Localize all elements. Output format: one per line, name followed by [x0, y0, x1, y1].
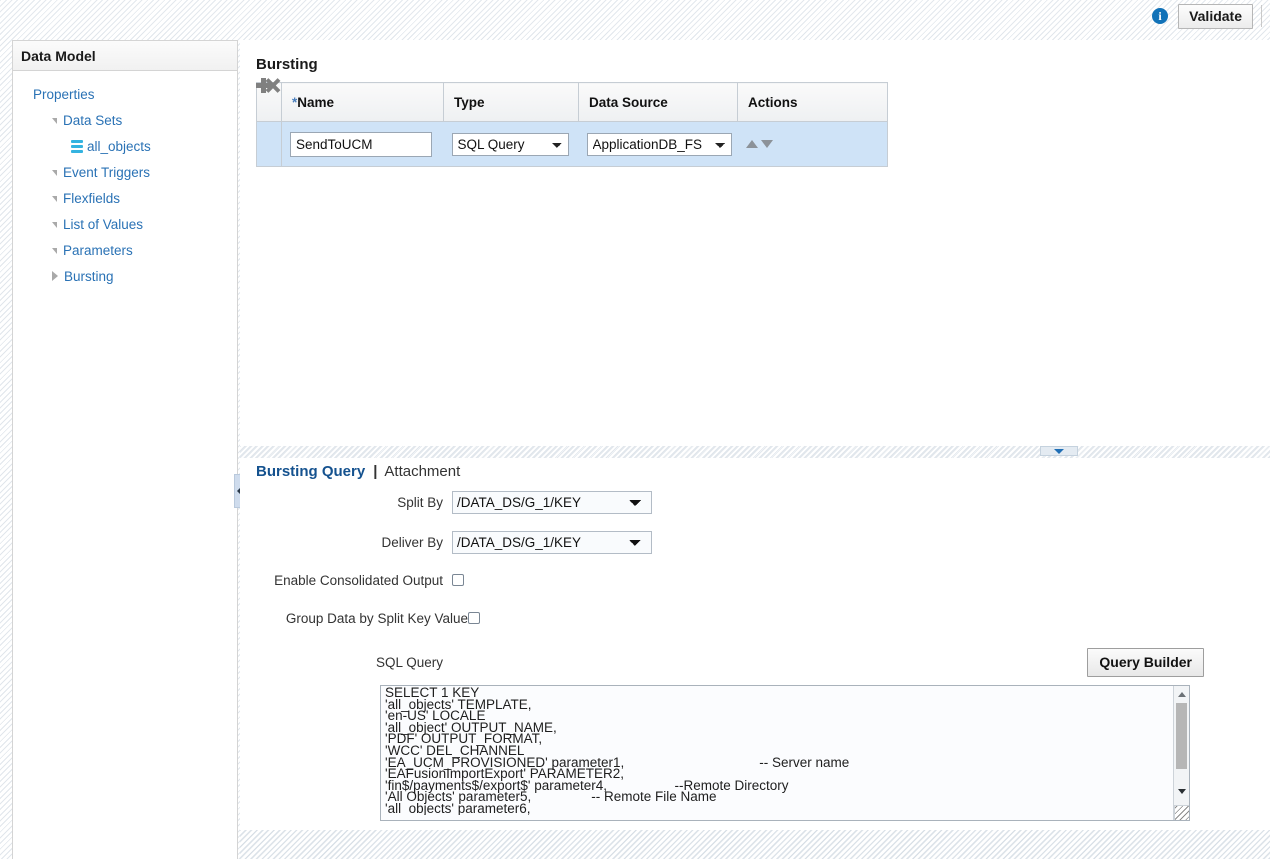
- chevron-down-icon: [1054, 449, 1064, 454]
- column-header-actions[interactable]: Actions: [738, 83, 888, 122]
- bursting-table-toolbar: [240, 73, 1270, 82]
- resize-grip-icon[interactable]: [1174, 805, 1189, 820]
- tree-item-label: all_objects: [87, 139, 151, 154]
- type-select[interactable]: SQL Query: [452, 133, 569, 156]
- sql-query-scrollbar[interactable]: [1173, 686, 1189, 820]
- cell-type: SQL Query: [444, 122, 579, 167]
- tab-attachment[interactable]: Attachment: [384, 463, 460, 480]
- dataset-icon: [71, 140, 83, 153]
- tree-item-label: Flexfields: [63, 191, 120, 206]
- group-data-label: Group Data by Split Key Value: [240, 611, 468, 626]
- triangle-collapsed-icon[interactable]: [52, 271, 58, 281]
- info-icon[interactable]: i: [1152, 8, 1168, 24]
- tab-separator: |: [373, 463, 377, 480]
- scroll-down-icon[interactable]: [1178, 789, 1186, 794]
- cell-name: [282, 122, 444, 167]
- column-header-name[interactable]: *Name: [282, 83, 444, 122]
- data-source-select[interactable]: ApplicationDB_FS: [587, 133, 732, 156]
- deliver-by-label: Deliver By: [240, 535, 452, 550]
- tree-item-properties[interactable]: Properties: [13, 81, 237, 107]
- sql-query-text[interactable]: SELECT 1 KEY 'all_objects' TEMPLATE, 'en…: [385, 687, 1165, 815]
- validate-button[interactable]: Validate: [1178, 4, 1253, 29]
- deliver-by-row: Deliver By /DATA_DS/G_1/KEY: [240, 526, 1270, 558]
- column-header-type[interactable]: Type: [444, 83, 579, 122]
- group-data-row: Group Data by Split Key Value: [240, 602, 1270, 634]
- triangle-expanded-icon[interactable]: [52, 118, 57, 124]
- split-by-label: Split By: [240, 495, 452, 510]
- column-header-label: Name: [297, 95, 334, 110]
- scroll-up-icon[interactable]: [1178, 692, 1186, 697]
- bottom-strip: [240, 830, 1270, 859]
- tree-item-parameters[interactable]: Parameters: [13, 237, 237, 263]
- tree-item-label: Properties: [33, 87, 95, 102]
- tree-item-label: Data Sets: [63, 113, 122, 128]
- toolbar-divider: [1261, 5, 1262, 27]
- top-toolbar: i Validate: [0, 0, 1270, 32]
- triangle-expanded-icon[interactable]: [52, 170, 57, 176]
- tree-item-label: Bursting: [64, 269, 114, 284]
- scrollbar-thumb[interactable]: [1176, 703, 1187, 769]
- data-model-tree: Properties Data Sets all_objects Event T…: [13, 71, 237, 289]
- triangle-expanded-icon[interactable]: [52, 196, 57, 202]
- sql-query-editor[interactable]: SELECT 1 KEY 'all_objects' TEMPLATE, 'en…: [380, 685, 1190, 821]
- row-select-cell[interactable]: [257, 122, 282, 167]
- bursting-section: Bursting *Name Type Data Source Actions: [240, 40, 1270, 446]
- column-header-data-source[interactable]: Data Source: [579, 83, 738, 122]
- tree-item-data-sets[interactable]: Data Sets: [13, 107, 237, 133]
- tree-item-event-triggers[interactable]: Event Triggers: [13, 159, 237, 185]
- tree-item-flexfields[interactable]: Flexfields: [13, 185, 237, 211]
- split-by-row: Split By /DATA_DS/G_1/KEY: [240, 486, 1270, 518]
- group-data-checkbox[interactable]: [468, 612, 480, 624]
- tree-item-label: Event Triggers: [63, 165, 150, 180]
- tree-item-all-objects[interactable]: all_objects: [13, 133, 237, 159]
- name-input[interactable]: [290, 132, 432, 157]
- data-model-panel: Data Model Properties Data Sets all_obje…: [12, 40, 238, 859]
- table-row[interactable]: SQL Query ApplicationDB_FS: [257, 122, 888, 167]
- query-builder-button[interactable]: Query Builder: [1087, 648, 1204, 677]
- detail-tabs: Bursting Query | Attachment: [240, 458, 1270, 480]
- sql-query-row: SQL Query Query Builder: [240, 642, 1270, 682]
- cell-actions: [738, 122, 888, 167]
- split-by-select[interactable]: /DATA_DS/G_1/KEY: [452, 491, 652, 514]
- triangle-expanded-icon[interactable]: [52, 222, 57, 228]
- enable-consolidated-output-row: Enable Consolidated Output: [240, 564, 1270, 596]
- panel-title: Data Model: [13, 41, 237, 71]
- collapse-bottom-panel-button[interactable]: [1040, 446, 1078, 456]
- table-header-row: *Name Type Data Source Actions: [257, 83, 888, 122]
- enable-consolidated-output-checkbox[interactable]: [452, 574, 464, 586]
- move-up-icon[interactable]: [746, 140, 758, 148]
- query-builder-wrap: Query Builder: [1087, 648, 1204, 677]
- row-reorder-controls: [746, 140, 882, 148]
- tree-item-label: List of Values: [63, 217, 143, 232]
- tree-item-label: Parameters: [63, 243, 133, 258]
- tree-item-bursting[interactable]: Bursting: [13, 263, 237, 289]
- cell-data-source: ApplicationDB_FS: [579, 122, 738, 167]
- bursting-query-form: Split By /DATA_DS/G_1/KEY Deliver By /DA…: [240, 486, 1270, 682]
- sql-query-label: SQL Query: [240, 655, 452, 670]
- bursting-table: *Name Type Data Source Actions SQL Query: [256, 82, 888, 167]
- enable-consolidated-output-label: Enable Consolidated Output: [240, 573, 452, 588]
- page-title: Bursting: [240, 40, 1270, 73]
- move-down-icon[interactable]: [761, 140, 773, 148]
- deliver-by-select[interactable]: /DATA_DS/G_1/KEY: [452, 531, 652, 554]
- triangle-expanded-icon[interactable]: [52, 248, 57, 254]
- tab-bursting-query[interactable]: Bursting Query: [256, 463, 365, 480]
- tree-item-list-of-values[interactable]: List of Values: [13, 211, 237, 237]
- horizontal-splitter[interactable]: [240, 446, 1270, 458]
